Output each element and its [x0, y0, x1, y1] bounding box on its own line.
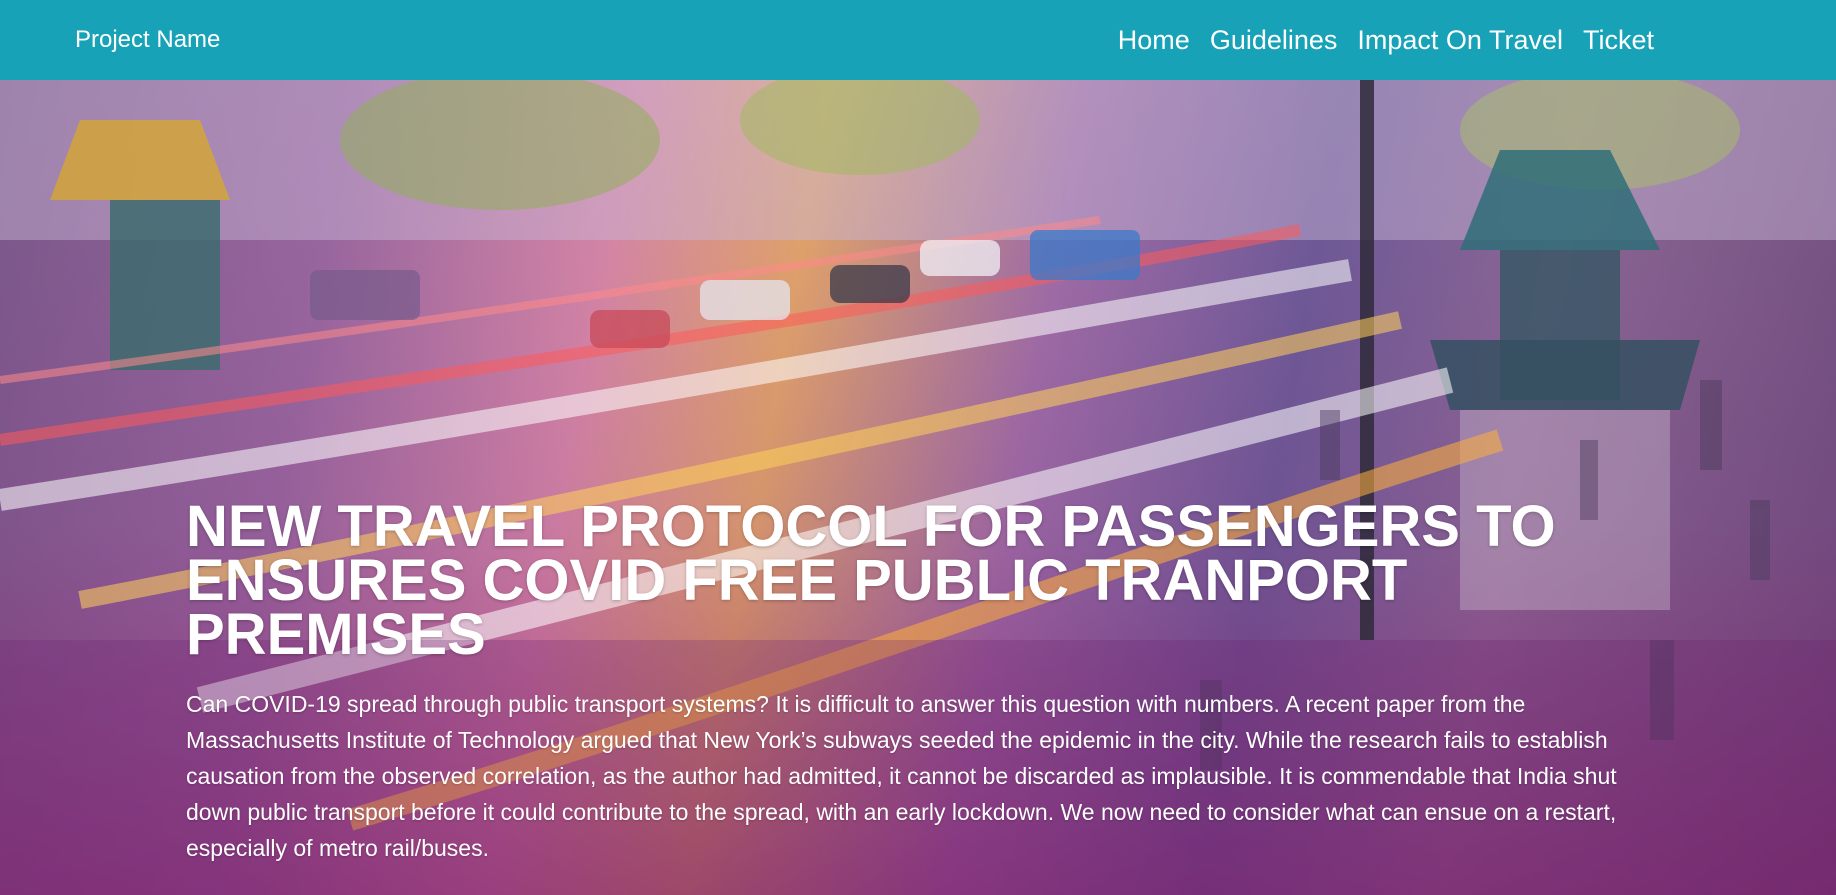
nav-item-ticket: Ticket [1573, 25, 1664, 56]
nav-link-home[interactable]: Home [1108, 25, 1200, 56]
top-navbar: Project Name Home Guidelines Impact On T… [0, 0, 1836, 80]
nav-item-impact-on-travel: Impact On Travel [1347, 25, 1573, 56]
hero-section: NEW TRAVEL PROTOCOL FOR PASSENGERS TO EN… [0, 80, 1836, 895]
hero-content: NEW TRAVEL PROTOCOL FOR PASSENGERS TO EN… [186, 494, 1646, 866]
nav-link-impact-on-travel[interactable]: Impact On Travel [1347, 25, 1573, 56]
nav-item-home: Home [1108, 25, 1200, 56]
nav-link-guidelines[interactable]: Guidelines [1200, 25, 1348, 56]
brand-link[interactable]: Project Name [75, 0, 220, 80]
nav-link-ticket[interactable]: Ticket [1573, 25, 1664, 56]
hero-paragraph: Can COVID-19 spread through public trans… [186, 691, 1617, 861]
nav-item-guidelines: Guidelines [1200, 25, 1348, 56]
hero-title: NEW TRAVEL PROTOCOL FOR PASSENGERS TO EN… [186, 494, 1556, 667]
nav-menu: Home Guidelines Impact On Travel Ticket [1108, 0, 1664, 80]
